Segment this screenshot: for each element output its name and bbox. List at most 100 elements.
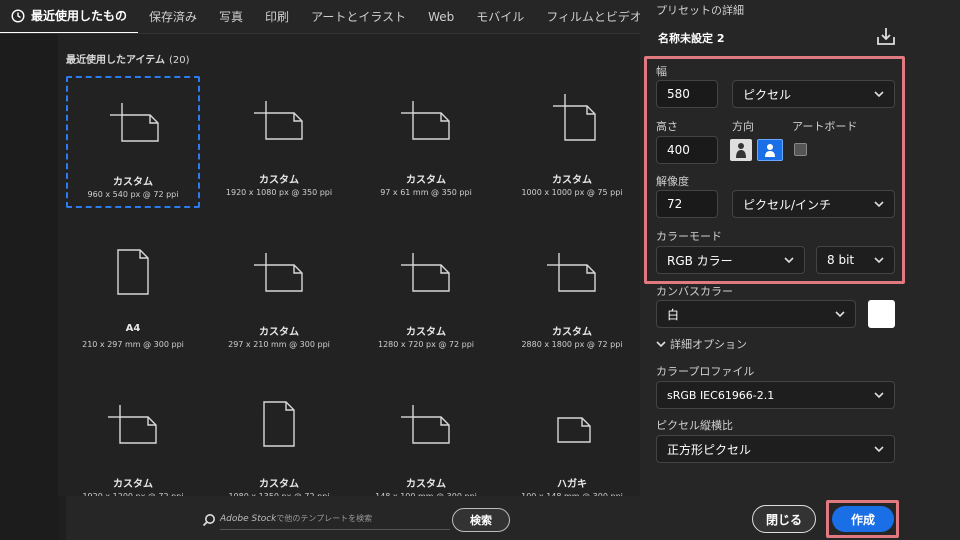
preset-name: ハガキ <box>557 479 587 490</box>
tab-label: 保存済み <box>149 10 198 24</box>
tab-6[interactable]: モバイル <box>465 0 535 33</box>
tab-3[interactable]: 印刷 <box>254 0 300 33</box>
preset-card[interactable]: カスタム 1920 x 1080 px @ 350 ppi <box>212 76 346 208</box>
clock-icon <box>11 8 25 23</box>
width-label: 幅 <box>656 65 667 78</box>
preset-card[interactable]: カスタム 1280 x 720 px @ 72 ppi <box>359 228 493 360</box>
pixel-aspect-dropdown[interactable]: 正方形ピクセル <box>656 435 895 463</box>
chevron-down-icon <box>874 446 884 453</box>
resolution-unit-value: ピクセル/インチ <box>743 197 832 212</box>
preset-card[interactable]: カスタム148 x 100 mm @ 300 ppi <box>359 380 493 512</box>
landscape-doc-icon <box>254 101 303 140</box>
recent-items-title: 最近使用したアイテム (20) <box>66 51 190 66</box>
width-input[interactable]: 580 <box>656 80 718 108</box>
bit-depth-value: 8 bit <box>827 253 855 267</box>
recent-count: (20) <box>169 55 190 66</box>
canvas-color-swatch[interactable] <box>868 300 895 328</box>
canvas-color-value: 白 <box>667 307 680 322</box>
tab-4[interactable]: アートとイラスト <box>300 0 417 33</box>
landscape-doc-icon <box>401 253 450 292</box>
landscape-doc-icon <box>110 103 159 142</box>
preset-details-header: プリセットの詳細 <box>656 4 744 17</box>
preset-card[interactable]: カスタム1080 x 1350 px @ 72 ppi <box>212 380 346 512</box>
preset-card[interactable]: カスタム 960 x 540 px @ 72 ppi <box>66 76 200 208</box>
preset-name: カスタム <box>406 175 446 186</box>
tab-1[interactable]: 保存済み <box>138 0 208 33</box>
chevron-down-icon <box>874 392 884 399</box>
landscape-doc-icon <box>547 253 596 292</box>
preset-name: カスタム <box>552 327 592 338</box>
landscape-doc-icon <box>401 101 450 140</box>
save-preset-icon[interactable] <box>876 26 896 46</box>
stock-search-bar: Adobe Stock で他のテンプレートを検索 検索 <box>66 496 640 540</box>
chevron-down-icon <box>656 341 666 348</box>
tab-0[interactable]: 最近使用したもの <box>0 0 139 33</box>
tab-2[interactable]: 写真 <box>208 0 254 33</box>
tab-label: Web <box>428 9 455 24</box>
landscape-doc-icon <box>108 405 157 444</box>
advanced-options-toggle[interactable]: 詳細オプション <box>656 336 747 352</box>
search-button[interactable]: 検索 <box>452 508 510 532</box>
color-mode-value: RGB カラー <box>667 253 733 268</box>
landscape-person-icon <box>765 144 775 157</box>
tab-label: アートとイラスト <box>311 10 407 24</box>
portrait-person-icon <box>736 143 746 158</box>
preset-name: A4 <box>125 323 141 334</box>
square-doc-icon <box>553 94 596 141</box>
search-icon <box>202 514 215 527</box>
preset-card[interactable]: ハガキ100 x 148 mm @ 300 ppi <box>505 380 639 512</box>
stock-search-input[interactable]: Adobe Stock で他のテンプレートを検索 <box>220 508 450 530</box>
search-placeholder-text: で他のテンプレートを検索 <box>276 514 373 523</box>
document-name[interactable]: 名称未設定 2 <box>658 30 724 46</box>
color-profile-label: カラープロファイル <box>656 365 755 378</box>
preset-card[interactable]: カスタム 2880 x 1800 px @ 72 ppi <box>505 228 639 360</box>
height-input[interactable]: 400 <box>656 136 718 164</box>
preset-name: カスタム <box>259 479 299 490</box>
recent-title-text: 最近使用したアイテム <box>66 55 165 66</box>
preset-name: カスタム <box>406 479 446 490</box>
tab-label: 印刷 <box>265 10 290 24</box>
preset-name: カスタム <box>552 175 592 186</box>
preset-details-panel: プリセットの詳細 名称未設定 2 幅 580 ピクセル 高さ 方向 アートボード… <box>640 0 960 540</box>
bit-depth-dropdown[interactable]: 8 bit <box>816 246 895 274</box>
resolution-input[interactable]: 72 <box>656 190 718 218</box>
preset-card[interactable]: A4 210 x 297 mm @ 300 ppi <box>66 228 200 360</box>
pixel-aspect-label: ピクセル縦横比 <box>656 419 733 432</box>
preset-dimensions: 1280 x 720 px @ 72 ppi <box>378 340 474 349</box>
preset-name: カスタム <box>406 327 446 338</box>
preset-dimensions: 1000 x 1000 px @ 75 ppi <box>521 188 623 197</box>
resolution-unit-dropdown[interactable]: ピクセル/インチ <box>732 190 895 218</box>
landscape-doc-icon <box>401 405 450 444</box>
preset-card[interactable]: カスタム 297 x 210 mm @ 300 ppi <box>212 228 346 360</box>
chevron-down-icon <box>874 91 884 98</box>
color-mode-dropdown[interactable]: RGB カラー <box>656 246 805 274</box>
chevron-down-icon <box>874 201 884 208</box>
color-profile-value: sRGB IEC61966-2.1 <box>667 388 775 402</box>
width-unit-dropdown[interactable]: ピクセル <box>732 80 895 108</box>
preset-name: カスタム <box>113 479 153 490</box>
height-label: 高さ <box>656 120 678 133</box>
category-tabs: 最近使用したもの 保存済み 写真 印刷 アートとイラスト Web モバイル フィルムとビデオ <box>0 0 640 34</box>
preset-card[interactable]: カスタム 97 x 61 mm @ 350 ppi <box>359 76 493 208</box>
preset-dimensions: 97 x 61 mm @ 350 ppi <box>380 188 472 197</box>
close-button[interactable]: 閉じる <box>752 505 816 533</box>
preset-card[interactable]: カスタム 1000 x 1000 px @ 75 ppi <box>505 76 639 208</box>
chevron-down-icon <box>835 311 845 318</box>
preset-dimensions: 2880 x 1800 px @ 72 ppi <box>521 340 623 349</box>
tab-label: フィルムとビデオ <box>546 10 640 24</box>
color-profile-dropdown[interactable]: sRGB IEC61966-2.1 <box>656 381 895 409</box>
artboard-label: アートボード <box>792 120 858 133</box>
tab-7[interactable]: フィルムとビデオ <box>535 0 640 33</box>
create-button[interactable]: 作成 <box>832 506 894 532</box>
preset-name: カスタム <box>259 327 299 338</box>
portrait-orientation-button[interactable] <box>730 139 752 161</box>
landscape-orientation-button[interactable] <box>757 139 783 161</box>
preset-dimensions: 960 x 540 px @ 72 ppi <box>87 190 179 199</box>
preset-dimensions: 1920 x 1080 px @ 350 ppi <box>225 188 333 197</box>
artboard-checkbox[interactable] <box>794 143 807 156</box>
search-placeholder-brand: Adobe Stock <box>220 513 277 524</box>
canvas-color-dropdown[interactable]: 白 <box>656 300 856 328</box>
portrait-doc-icon <box>263 401 295 447</box>
preset-card[interactable]: カスタム1920 x 1200 px @ 72 ppi <box>66 380 200 512</box>
tab-5[interactable]: Web <box>417 0 465 33</box>
